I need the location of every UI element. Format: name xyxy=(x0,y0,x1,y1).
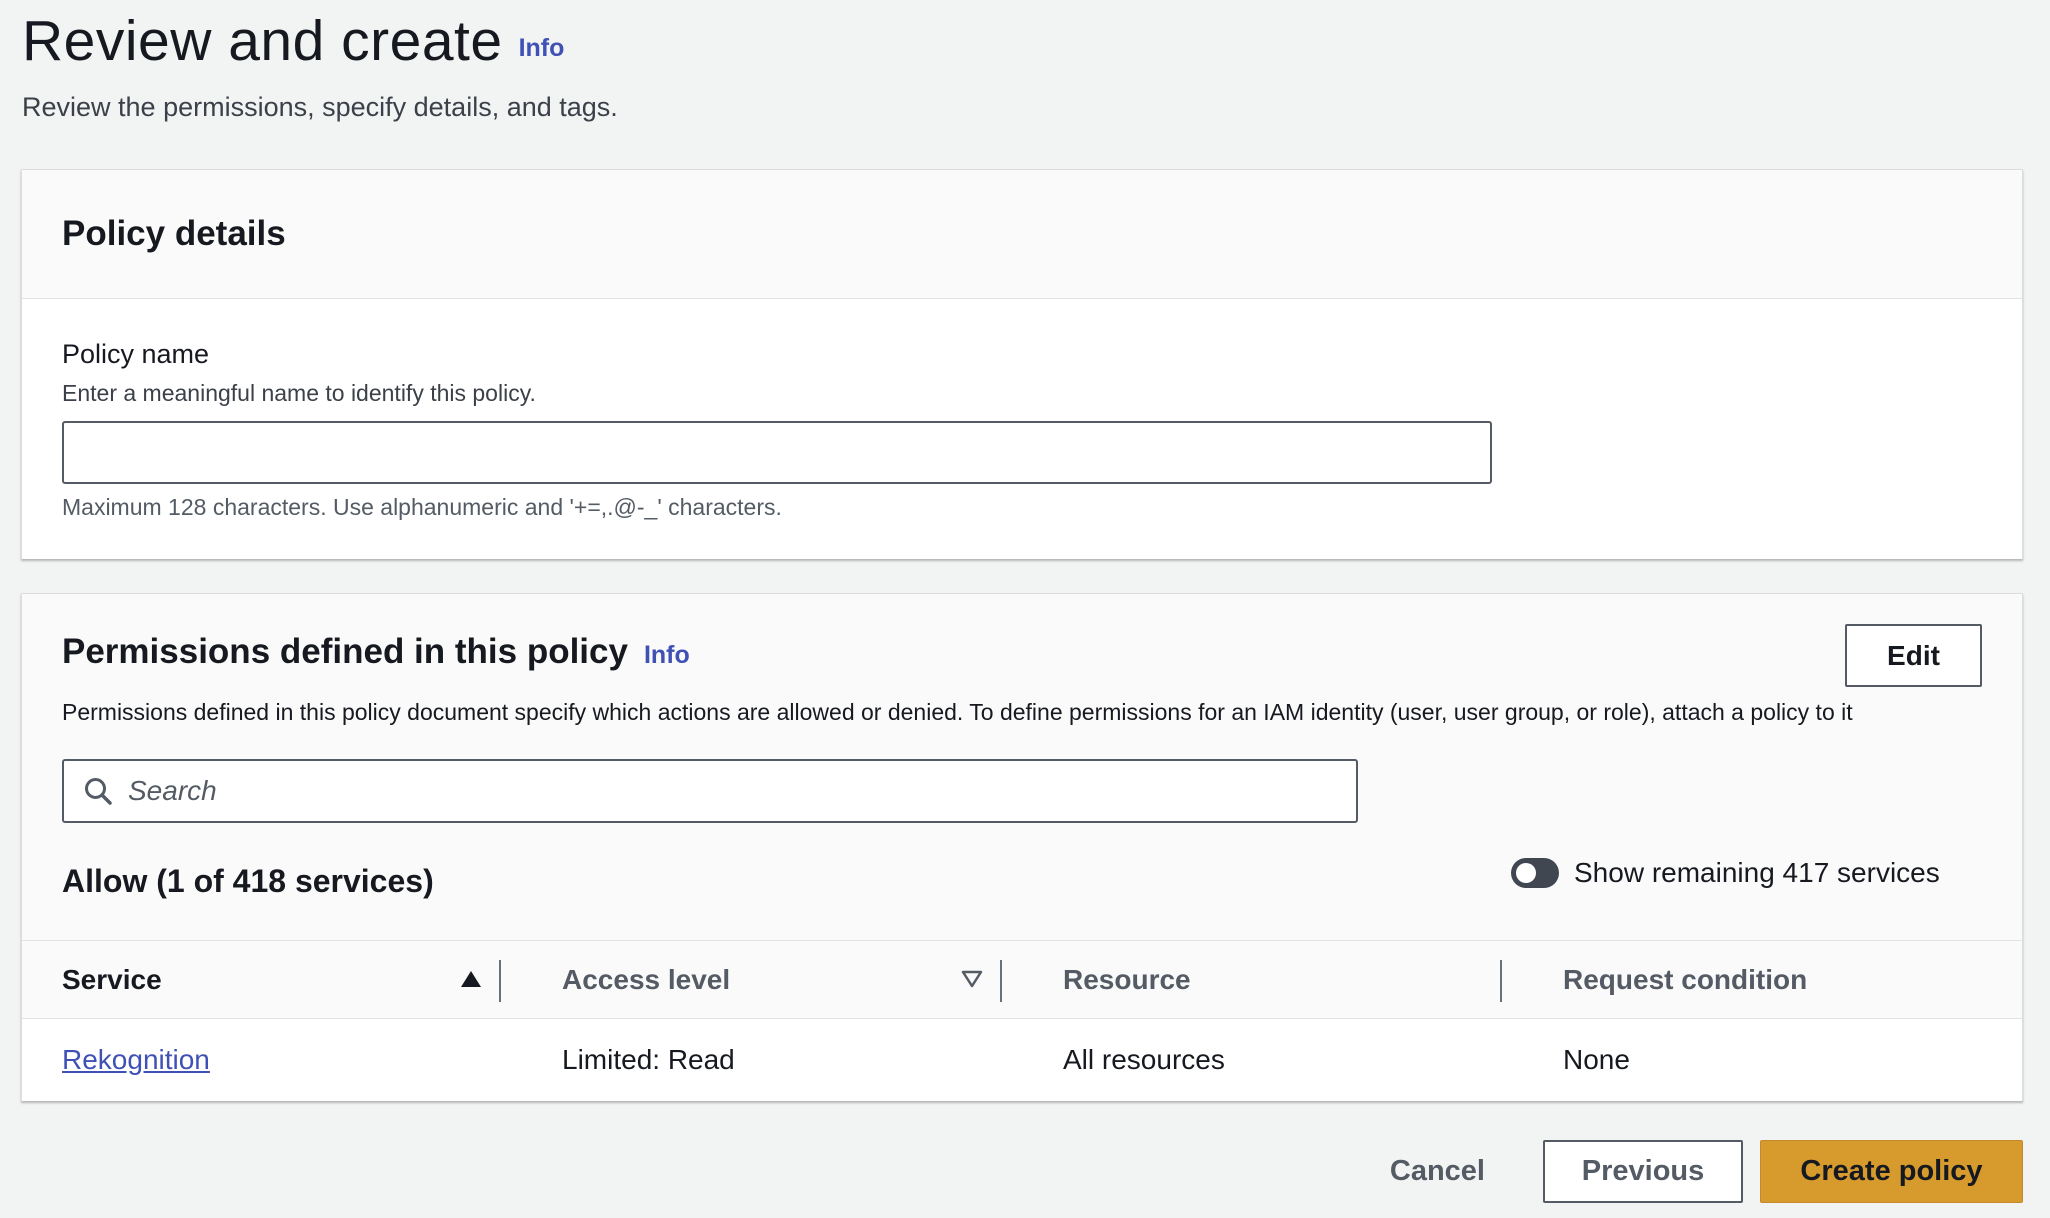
toggle-label: Show remaining 417 services xyxy=(1574,857,1940,888)
service-link-rekognition[interactable]: Rekognition xyxy=(62,1044,210,1076)
table-row: Rekognition Limited: Read All resources … xyxy=(22,1019,2022,1101)
create-policy-button[interactable]: Create policy xyxy=(1760,1140,2023,1203)
permissions-description: Permissions defined in this policy docum… xyxy=(62,699,1853,725)
column-header-service[interactable]: Service xyxy=(62,941,162,1019)
policy-name-input[interactable] xyxy=(62,421,1492,484)
page-title: Review and create xyxy=(22,9,503,73)
policy-name-label: Policy name xyxy=(62,339,210,369)
toggle-knob xyxy=(1516,863,1536,883)
resource-cell: All resources xyxy=(1063,1044,1225,1075)
access-level-cell: Limited: Read xyxy=(562,1044,735,1075)
page-description: Review the permissions, specify details,… xyxy=(22,92,618,122)
permissions-table: Service Access level Resource Request co… xyxy=(22,940,2022,1101)
search-input[interactable] xyxy=(128,775,1328,807)
policy-name-description: Enter a meaningful name to identify this… xyxy=(62,380,536,406)
search-icon xyxy=(80,773,116,809)
permissions-header: Permissions defined in this policy Info xyxy=(62,632,690,672)
column-header-request-condition: Request condition xyxy=(1563,964,1808,995)
show-remaining-toggle[interactable]: Show remaining 417 services xyxy=(1511,857,1940,889)
column-divider[interactable] xyxy=(499,960,501,1002)
page-info-link[interactable]: Info xyxy=(519,34,565,63)
request-condition-cell: None xyxy=(1563,1044,1630,1075)
cancel-button[interactable]: Cancel xyxy=(1390,1155,1485,1188)
policy-details-header: Policy details xyxy=(22,170,2022,299)
sort-ascending-icon[interactable] xyxy=(459,969,483,989)
policy-details-panel: Policy details Policy name Enter a meani… xyxy=(21,169,2023,559)
column-header-access-level[interactable]: Access level xyxy=(562,941,730,1019)
policy-details-heading: Policy details xyxy=(62,214,286,253)
page-title-row: Review and create Info xyxy=(22,8,618,74)
permissions-info-link[interactable]: Info xyxy=(644,641,690,670)
allow-services-title: Allow (1 of 418 services) xyxy=(62,863,434,899)
column-divider[interactable] xyxy=(1500,960,1502,1002)
table-header-row: Service Access level Resource Request co… xyxy=(22,940,2022,1019)
page-header: Review and create Info Review the permis… xyxy=(22,8,618,123)
column-header-resource: Resource xyxy=(1063,964,1191,995)
sort-unsorted-icon[interactable] xyxy=(960,969,984,989)
toggle-switch[interactable] xyxy=(1511,858,1559,888)
service-cell: Rekognition xyxy=(62,1019,210,1101)
policy-details-body: Policy name Enter a meaningful name to i… xyxy=(22,299,2022,559)
search-box[interactable] xyxy=(62,759,1358,823)
previous-button[interactable]: Previous xyxy=(1543,1140,1743,1203)
column-divider[interactable] xyxy=(1000,960,1002,1002)
footer-actions: Cancel Previous Create policy xyxy=(1390,1140,2023,1203)
policy-name-constraint: Maximum 128 characters. Use alphanumeric… xyxy=(62,494,782,520)
permissions-heading: Permissions defined in this policy xyxy=(62,632,628,671)
edit-button[interactable]: Edit xyxy=(1845,624,1982,687)
permissions-panel: Permissions defined in this policy Info … xyxy=(21,593,2023,1101)
